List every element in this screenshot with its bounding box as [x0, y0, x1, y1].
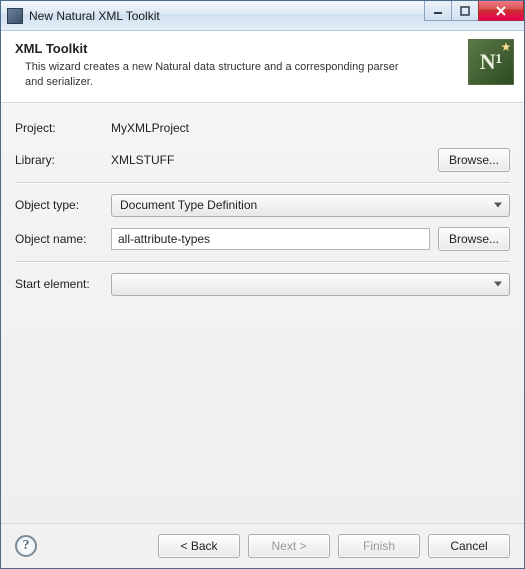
library-value: XMLSTUFF — [111, 150, 430, 170]
start-element-label: Start element: — [15, 277, 103, 291]
object-type-select-wrap: Document Type Definition — [111, 194, 510, 217]
library-label: Library: — [15, 153, 103, 167]
object-type-row: Object type: Document Type Definition — [15, 194, 510, 217]
next-button[interactable]: Next > — [248, 534, 330, 558]
help-icon[interactable]: ? — [15, 535, 37, 557]
start-element-select-wrap — [111, 273, 510, 296]
project-label: Project: — [15, 121, 103, 135]
object-name-input[interactable] — [111, 228, 430, 250]
object-name-browse-button[interactable]: Browse... — [438, 227, 510, 251]
window-title: New Natural XML Toolkit — [29, 9, 160, 23]
start-element-row: Start element: — [15, 273, 510, 296]
close-button[interactable] — [478, 1, 524, 21]
back-button[interactable]: < Back — [158, 534, 240, 558]
banner-heading: XML Toolkit — [15, 41, 510, 56]
separator-2 — [15, 261, 510, 263]
library-browse-button[interactable]: Browse... — [438, 148, 510, 172]
start-element-select[interactable] — [111, 273, 510, 296]
minimize-icon — [433, 6, 443, 16]
form-area: Project: MyXMLProject Library: XMLSTUFF … — [1, 103, 524, 523]
project-value: MyXMLProject — [111, 118, 510, 138]
app-icon — [7, 8, 23, 24]
finish-button[interactable]: Finish — [338, 534, 420, 558]
project-row: Project: MyXMLProject — [15, 118, 510, 138]
dialog-window: New Natural XML Toolkit XML Toolkit This… — [0, 0, 525, 569]
wizard-logo-icon: N¹ — [468, 39, 514, 85]
object-type-label: Object type: — [15, 198, 103, 212]
separator — [15, 182, 510, 184]
minimize-button[interactable] — [424, 1, 452, 21]
object-name-label: Object name: — [15, 232, 103, 246]
close-icon — [495, 6, 507, 16]
cancel-button[interactable]: Cancel — [428, 534, 510, 558]
library-row: Library: XMLSTUFF Browse... — [15, 148, 510, 172]
maximize-icon — [460, 6, 470, 16]
window-controls — [425, 1, 524, 21]
object-type-select[interactable]: Document Type Definition — [111, 194, 510, 217]
wizard-banner: XML Toolkit This wizard creates a new Na… — [1, 31, 524, 103]
object-name-row: Object name: Browse... — [15, 227, 510, 251]
wizard-footer: ? < Back Next > Finish Cancel — [1, 523, 524, 568]
maximize-button[interactable] — [451, 1, 479, 21]
title-bar: New Natural XML Toolkit — [1, 1, 524, 31]
banner-description: This wizard creates a new Natural data s… — [15, 60, 415, 90]
